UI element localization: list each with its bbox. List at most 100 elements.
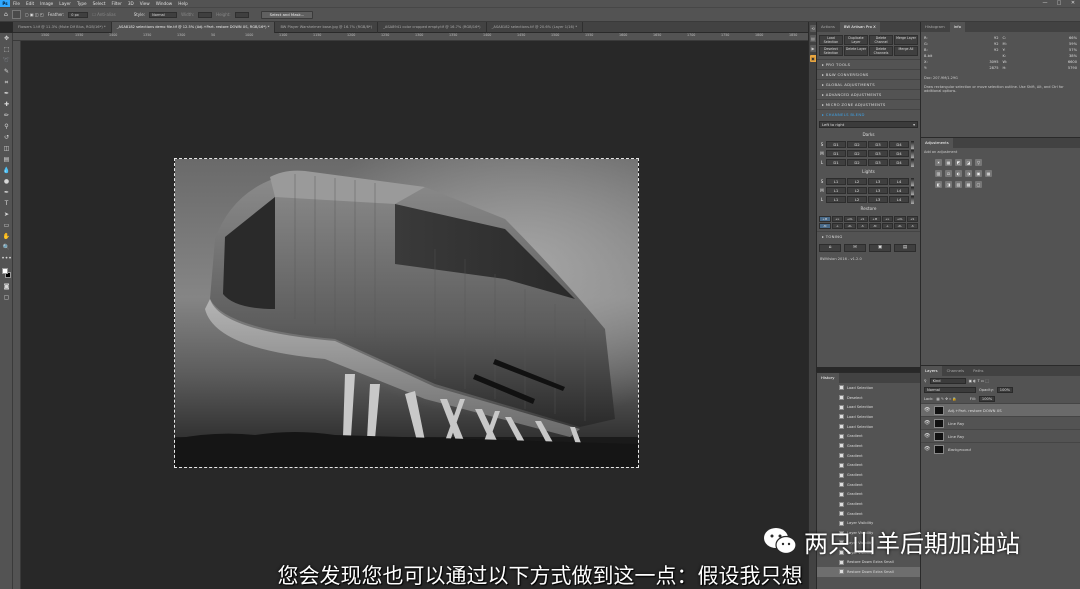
shape-tool-icon[interactable]: ▭: [0, 220, 13, 231]
panel-section-header[interactable]: ▸ PRO TOOLS: [817, 59, 920, 69]
adjustment-icon[interactable]: ▦: [945, 158, 952, 166]
restore-button[interactable]: -XL: [844, 223, 856, 229]
toning-button-icon[interactable]: ⌂: [819, 244, 841, 252]
gradient-tool-icon[interactable]: ▤: [0, 154, 13, 165]
bw-action-button[interactable]: Delete Channel: [869, 35, 893, 45]
select-and-mask-button[interactable]: Select and Mask...: [260, 10, 314, 19]
bw-action-button[interactable]: Delete Channels: [869, 46, 893, 56]
toning-button-icon[interactable]: ▣: [869, 244, 891, 252]
history-state[interactable]: Gradient: [817, 451, 920, 461]
adjustment-icon[interactable]: ▦: [985, 169, 992, 177]
toning-button-icon[interactable]: ✉: [844, 244, 866, 252]
zone-button[interactable]: D4: [889, 150, 909, 157]
layer-row[interactable]: 👁 Adj.+Part. restore DOWN XS: [921, 403, 1080, 416]
menu-item[interactable]: Layer: [56, 0, 74, 7]
menu-item[interactable]: Filter: [108, 0, 124, 7]
history-state[interactable]: Gradient: [817, 490, 920, 500]
adjustment-icon[interactable]: ⚖: [945, 169, 952, 177]
brush-tool-icon[interactable]: ✏: [0, 110, 13, 121]
layer-row[interactable]: 👁 Background: [921, 442, 1080, 455]
tab-channels[interactable]: Channels: [943, 366, 969, 376]
history-state[interactable]: Gradient: [817, 431, 920, 441]
zone-button[interactable]: L4: [889, 187, 909, 194]
history-state[interactable]: Load Selection: [817, 422, 920, 432]
type-tool-icon[interactable]: T: [0, 198, 13, 209]
history-state[interactable]: Gradient: [817, 461, 920, 471]
adjustment-icon[interactable]: ▢: [975, 180, 982, 188]
restore-button[interactable]: +XL: [844, 216, 856, 222]
clone-stamp-icon[interactable]: ⚲: [0, 121, 13, 132]
feather-input[interactable]: 0 px: [68, 11, 89, 18]
bw-action-button[interactable]: Delete Layer: [844, 46, 868, 56]
zone-button[interactable]: D1: [826, 150, 846, 157]
menu-item[interactable]: File: [10, 0, 23, 7]
zone-button[interactable]: D2: [847, 150, 867, 157]
panel-section-header[interactable]: ▸ ADVANCED ADJUSTMENTS: [817, 89, 920, 99]
history-brush-icon[interactable]: ↺: [0, 132, 13, 143]
bw-action-button[interactable]: Deselect Selection: [819, 46, 843, 56]
adjustment-icon[interactable]: ◧: [935, 180, 942, 188]
eraser-tool-icon[interactable]: ◫: [0, 143, 13, 154]
marquee-tool-icon[interactable]: ⬚: [0, 44, 13, 55]
restore-button[interactable]: +L: [881, 216, 893, 222]
zone-button[interactable]: L1: [826, 178, 846, 185]
restore-button[interactable]: +L: [831, 216, 843, 222]
panel-section-header[interactable]: ▸ GLOBAL ADJUSTMENTS: [817, 79, 920, 89]
document-image[interactable]: [174, 158, 639, 468]
toning-section[interactable]: ▸ TONING: [817, 231, 920, 241]
path-select-icon[interactable]: ➤: [0, 209, 13, 220]
zone-button[interactable]: D3: [868, 159, 888, 166]
menu-item[interactable]: Window: [153, 0, 176, 7]
history-state[interactable]: Load Selection: [817, 383, 920, 393]
visibility-eye-icon[interactable]: 👁: [924, 407, 930, 413]
opacity-input[interactable]: 100%: [996, 386, 1014, 393]
history-state[interactable]: Gradient: [817, 480, 920, 490]
restore-button[interactable]: +S: [906, 216, 918, 222]
zone-button[interactable]: D2: [847, 159, 867, 166]
bw-action-button[interactable]: Merge All: [894, 46, 918, 56]
document-tab[interactable]: BW Player Warsheimer base.jpg @ 16.7% (R…: [275, 22, 379, 33]
restore-button[interactable]: -L: [831, 223, 843, 229]
tab-adjustments[interactable]: Adjustments: [921, 138, 953, 148]
zone-button[interactable]: D3: [868, 150, 888, 157]
restore-button[interactable]: +M: [819, 216, 831, 222]
tab-history[interactable]: History: [817, 373, 839, 383]
adjustment-icon[interactable]: ▥: [935, 169, 942, 177]
zone-button[interactable]: D1: [826, 159, 846, 166]
zone-button[interactable]: L4: [889, 196, 909, 203]
menu-item[interactable]: Type: [74, 0, 90, 7]
more-tools-icon[interactable]: •••: [0, 253, 13, 264]
lock-icons[interactable]: ▦ ✎ ✥ ⌗ 🔒: [936, 397, 957, 401]
zone-button[interactable]: L3: [868, 187, 888, 194]
blend-mode-select[interactable]: Normal: [924, 386, 976, 393]
eyedropper-tool-icon[interactable]: ✒: [0, 88, 13, 99]
menu-item[interactable]: View: [137, 0, 153, 7]
width-input[interactable]: [198, 11, 213, 18]
menu-item[interactable]: Select: [90, 0, 109, 7]
document-tab[interactable]: _ASA8182 selections demo file.tif @ 12.5…: [111, 22, 276, 33]
minimize-button[interactable]: —: [1038, 0, 1052, 7]
panel-section-header[interactable]: ▸ CHANNELS BLEND: [817, 109, 920, 119]
restore-button[interactable]: +XL: [894, 216, 906, 222]
restore-button[interactable]: +S: [856, 216, 868, 222]
history-state[interactable]: Load Selection: [817, 412, 920, 422]
menu-item[interactable]: Help: [175, 0, 191, 7]
restore-button[interactable]: -M: [819, 223, 831, 229]
layer-row[interactable]: 👁 Line Ray: [921, 416, 1080, 429]
close-button[interactable]: ✕: [1066, 0, 1080, 7]
hand-tool-icon[interactable]: ✋: [0, 231, 13, 242]
visibility-eye-icon[interactable]: 👁: [924, 420, 930, 426]
adjustment-icon[interactable]: ◑: [965, 169, 972, 177]
panel-section-header[interactable]: ▸ MICRO ZONE ADJUSTMENTS: [817, 99, 920, 109]
restore-button[interactable]: -S: [906, 223, 918, 229]
visibility-eye-icon[interactable]: 👁: [924, 446, 930, 452]
adjustment-icon[interactable]: ◐: [955, 169, 962, 177]
panel-section-header[interactable]: ▸ B&W CONVERSIONS: [817, 69, 920, 79]
adjustment-icon[interactable]: ▨: [955, 180, 962, 188]
history-state[interactable]: Gradient: [817, 470, 920, 480]
selection-mode-icons[interactable]: ▢ ▣ ◫ ◰: [25, 12, 44, 17]
zone-button[interactable]: L3: [868, 196, 888, 203]
tab-paths[interactable]: Paths: [969, 366, 987, 376]
style-select[interactable]: Normal: [149, 11, 178, 18]
zone-button[interactable]: D4: [889, 159, 909, 166]
